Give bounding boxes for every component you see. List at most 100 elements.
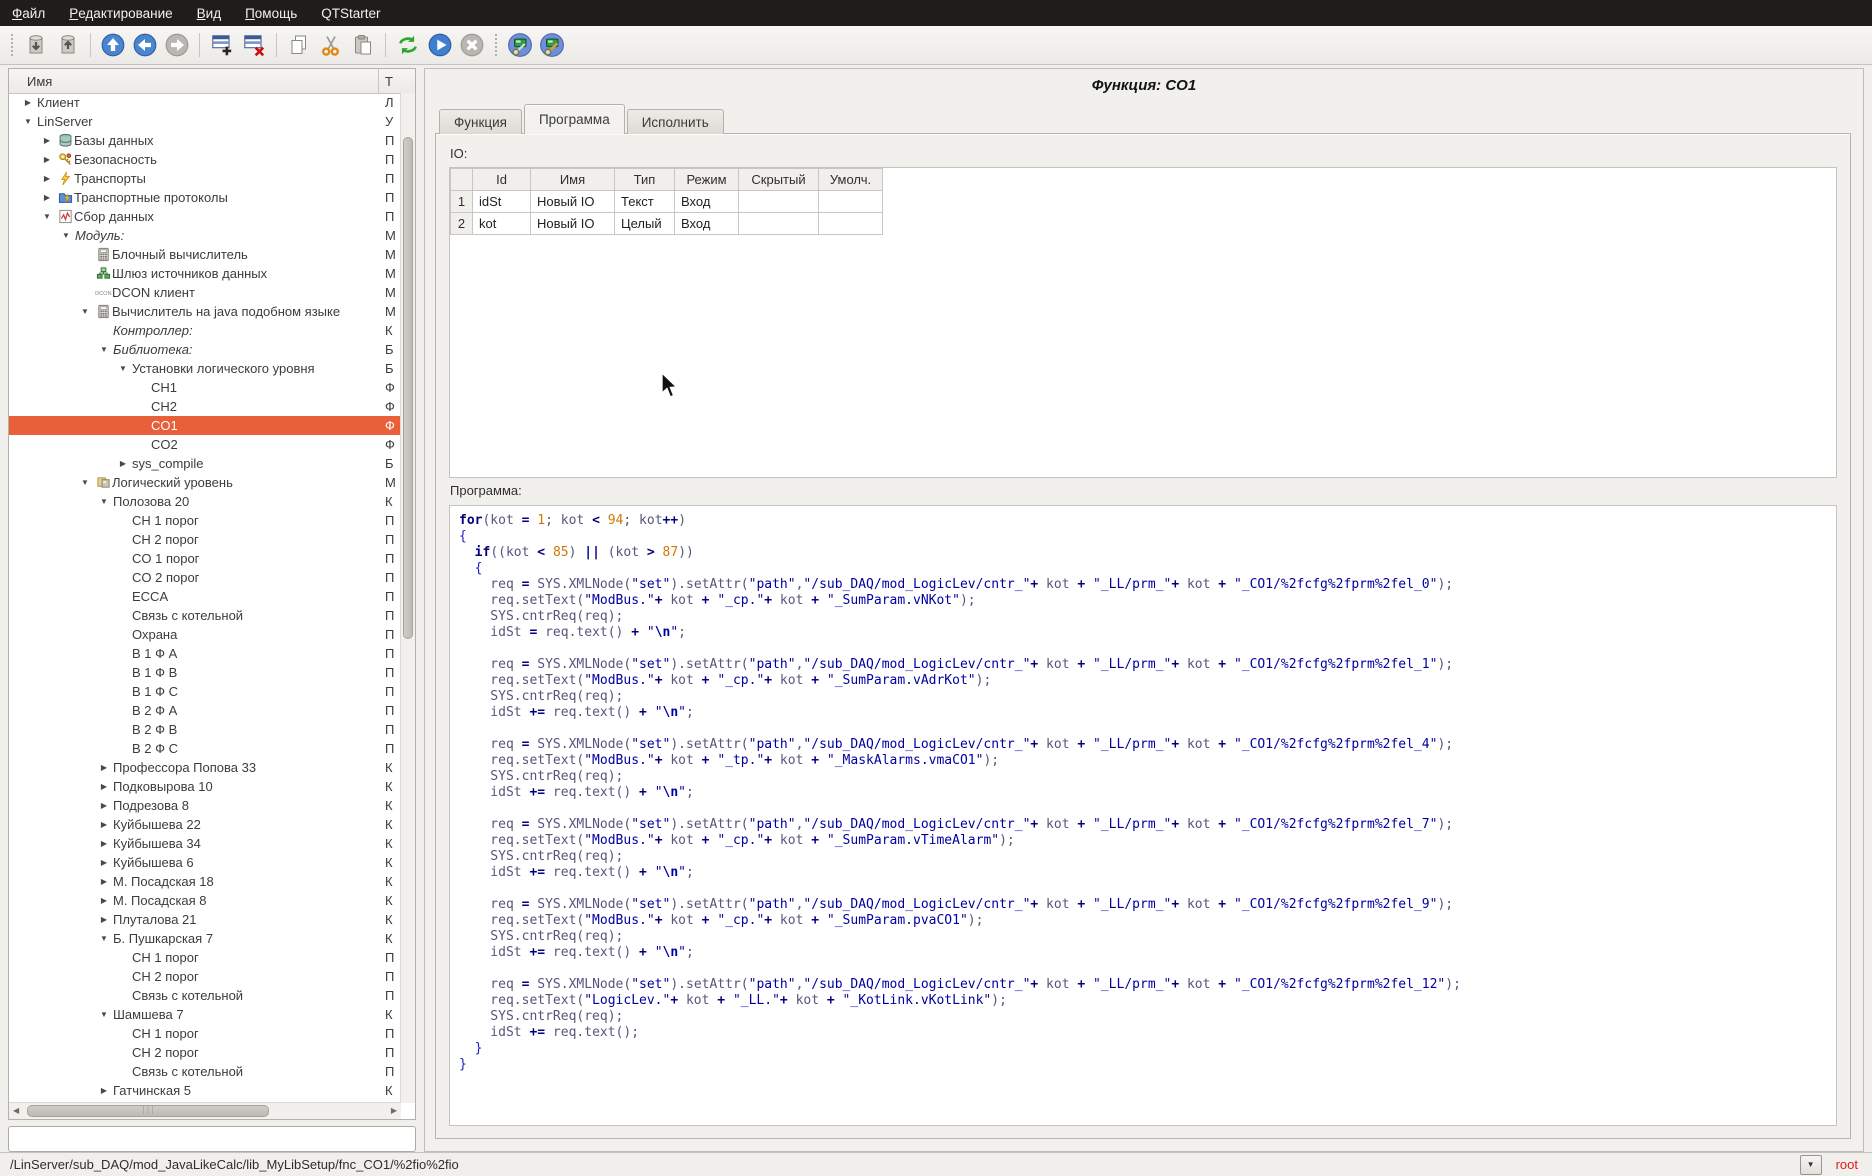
tree-item[interactable]: В 2 Ф СП bbox=[9, 739, 401, 758]
tree-header-name[interactable]: Имя bbox=[9, 74, 378, 89]
tree-item[interactable]: Блочный вычислительМ bbox=[9, 245, 401, 264]
io-cell[interactable]: Новый IO bbox=[531, 191, 615, 213]
io-column-header[interactable]: Скрытый bbox=[739, 169, 819, 191]
tree-item[interactable]: ▶ТранспортыП bbox=[9, 169, 401, 188]
tree-item[interactable]: ▶sys_compileБ bbox=[9, 454, 401, 473]
expand-arrow-icon[interactable]: ▶ bbox=[38, 136, 56, 145]
tree-item[interactable]: В 1 Ф АП bbox=[9, 644, 401, 663]
tree-item[interactable]: В 2 Ф ВП bbox=[9, 720, 401, 739]
expand-arrow-icon[interactable]: ▶ bbox=[95, 820, 113, 829]
vertical-scroll-thumb[interactable] bbox=[403, 137, 413, 639]
status-dropdown-button[interactable]: ▼ bbox=[1800, 1155, 1822, 1175]
expand-arrow-icon[interactable]: ▶ bbox=[95, 858, 113, 867]
io-cell[interactable] bbox=[819, 191, 883, 213]
stop-button[interactable] bbox=[456, 29, 488, 61]
expand-arrow-icon[interactable]: ▶ bbox=[38, 155, 56, 164]
tree-item[interactable]: ▼Установки логического уровняБ bbox=[9, 359, 401, 378]
expand-arrow-icon[interactable]: ▶ bbox=[95, 801, 113, 810]
tab-program[interactable]: Программа bbox=[524, 104, 625, 134]
expand-arrow-icon[interactable]: ▶ bbox=[19, 98, 37, 107]
tree-item[interactable]: ECCAП bbox=[9, 587, 401, 606]
tree-item[interactable]: ▼Модуль:М bbox=[9, 226, 401, 245]
tree-header-type[interactable]: Т bbox=[378, 69, 415, 93]
tree-item[interactable]: Контроллер:К bbox=[9, 321, 401, 340]
scroll-right-arrow-icon[interactable]: ▶ bbox=[391, 1105, 397, 1117]
tree-item[interactable]: ▶КлиентЛ bbox=[9, 93, 401, 112]
tree-item[interactable]: Связь с котельнойП bbox=[9, 1062, 401, 1081]
horizontal-scroll-thumb[interactable]: ┆┆┆ bbox=[27, 1105, 269, 1117]
program-code-editor[interactable]: for(kot = 1; kot < 94; kot++) { if((kot … bbox=[449, 505, 1837, 1126]
menu-item-view[interactable]: Вид bbox=[185, 0, 233, 26]
tree-filter-input[interactable] bbox=[8, 1126, 416, 1152]
copy-button[interactable] bbox=[283, 29, 315, 61]
forward-button[interactable] bbox=[161, 29, 193, 61]
tree-item[interactable]: CO 2 порогП bbox=[9, 568, 401, 587]
tree-item[interactable]: CO 1 порогП bbox=[9, 549, 401, 568]
tree-item[interactable]: ▶М. Посадская 8К bbox=[9, 891, 401, 910]
menu-item-help[interactable]: Помощь bbox=[233, 0, 309, 26]
toolbar-drag-handle[interactable] bbox=[495, 34, 497, 56]
tree-item[interactable]: ОхранаП bbox=[9, 625, 401, 644]
cut-button[interactable] bbox=[315, 29, 347, 61]
collapse-arrow-icon[interactable]: ▼ bbox=[76, 478, 94, 487]
expand-arrow-icon[interactable]: ▶ bbox=[114, 459, 132, 468]
tree-item[interactable]: ▶Подковырова 10К bbox=[9, 777, 401, 796]
tree-item-selected[interactable]: CO1Ф bbox=[9, 416, 401, 435]
io-cell[interactable]: kot bbox=[473, 213, 531, 235]
tree-item[interactable]: В 1 Ф СП bbox=[9, 682, 401, 701]
back-button[interactable] bbox=[129, 29, 161, 61]
io-cell[interactable]: Вход bbox=[675, 213, 739, 235]
tree-item[interactable]: CH 2 порогП bbox=[9, 967, 401, 986]
tree-item[interactable]: ▶БезопасностьП bbox=[9, 150, 401, 169]
expand-arrow-icon[interactable]: ▶ bbox=[38, 193, 56, 202]
collapse-arrow-icon[interactable]: ▼ bbox=[19, 117, 37, 126]
tree-item[interactable]: DCONDCON клиентМ bbox=[9, 283, 401, 302]
tree-item[interactable]: ▼Библиотека:Б bbox=[9, 340, 401, 359]
tree-item[interactable]: ▼Логический уровеньМ bbox=[9, 473, 401, 492]
load-button[interactable] bbox=[20, 29, 52, 61]
expand-arrow-icon[interactable]: ▶ bbox=[95, 1086, 113, 1095]
expand-arrow-icon[interactable]: ▶ bbox=[95, 896, 113, 905]
io-row-number[interactable]: 1 bbox=[451, 191, 473, 213]
tree-item[interactable]: CH 1 порогП bbox=[9, 1024, 401, 1043]
scroll-left-arrow-icon[interactable]: ◀ bbox=[13, 1105, 19, 1117]
collapse-arrow-icon[interactable]: ▼ bbox=[95, 497, 113, 506]
tree-item[interactable]: ▶Подрезова 8К bbox=[9, 796, 401, 815]
io-cell[interactable] bbox=[739, 191, 819, 213]
save-button[interactable] bbox=[52, 29, 84, 61]
menu-item-file[interactable]: Файл bbox=[0, 0, 57, 26]
menu-item-edit[interactable]: Редактирование bbox=[57, 0, 184, 26]
tree-item[interactable]: ▼LinServerУ bbox=[9, 112, 401, 131]
collapse-arrow-icon[interactable]: ▼ bbox=[76, 307, 94, 316]
collapse-arrow-icon[interactable]: ▼ bbox=[95, 934, 113, 943]
tree-item[interactable]: ▼Полозова 20К bbox=[9, 492, 401, 511]
tree-item[interactable]: ▶Плуталова 21К bbox=[9, 910, 401, 929]
collapse-arrow-icon[interactable]: ▼ bbox=[95, 345, 113, 354]
io-cell[interactable]: Целый bbox=[615, 213, 675, 235]
tree-item[interactable]: CH 2 порогП bbox=[9, 1043, 401, 1062]
tab-function[interactable]: Функция bbox=[439, 109, 522, 134]
collapse-arrow-icon[interactable]: ▼ bbox=[114, 364, 132, 373]
tree-item[interactable]: В 2 Ф АП bbox=[9, 701, 401, 720]
vca-engine-button[interactable] bbox=[504, 29, 536, 61]
io-column-header[interactable]: Режим bbox=[675, 169, 739, 191]
io-column-header[interactable]: Умолч. bbox=[819, 169, 883, 191]
io-cell[interactable]: Новый IO bbox=[531, 213, 615, 235]
expand-arrow-icon[interactable]: ▶ bbox=[95, 763, 113, 772]
add-item-button[interactable] bbox=[206, 29, 238, 61]
io-row-number[interactable]: 2 bbox=[451, 213, 473, 235]
io-cell[interactable] bbox=[819, 213, 883, 235]
tree-item[interactable]: CO2Ф bbox=[9, 435, 401, 454]
tree-item[interactable]: ▶М. Посадская 18К bbox=[9, 872, 401, 891]
tree-item[interactable]: В 1 Ф ВП bbox=[9, 663, 401, 682]
tree-item[interactable]: ▶Куйбышева 22К bbox=[9, 815, 401, 834]
io-column-header[interactable]: Имя bbox=[531, 169, 615, 191]
io-cell[interactable]: idSt bbox=[473, 191, 531, 213]
tab-execute[interactable]: Исполнить bbox=[627, 109, 724, 134]
tree-item[interactable]: Шлюз источников данныхМ bbox=[9, 264, 401, 283]
tree-item[interactable]: ▶Куйбышева 6К bbox=[9, 853, 401, 872]
expand-arrow-icon[interactable]: ▶ bbox=[38, 174, 56, 183]
io-cell[interactable]: Вход bbox=[675, 191, 739, 213]
expand-arrow-icon[interactable]: ▶ bbox=[95, 782, 113, 791]
collapse-arrow-icon[interactable]: ▼ bbox=[38, 212, 56, 221]
